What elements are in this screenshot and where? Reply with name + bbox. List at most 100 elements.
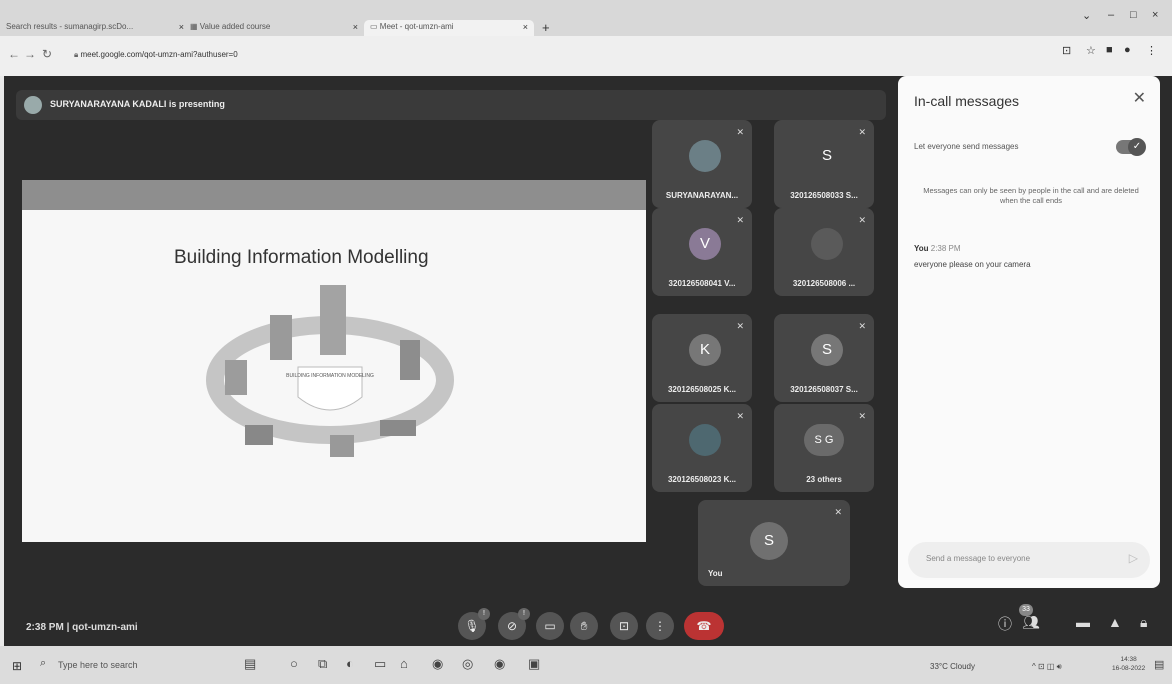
tile-label: 320126508025 K...	[667, 385, 737, 394]
presenter-banner-text: SURYANARAYANA KADALI is presenting	[50, 99, 225, 109]
participant-tile[interactable]: ✕ S 320126508033 S...	[774, 120, 874, 208]
participant-tile[interactable]: ✕ 320126508006 ...	[774, 208, 874, 296]
tile-label: 320126508023 K...	[667, 475, 737, 484]
message-text: everyone please on your camera	[914, 260, 1031, 269]
host-controls-icon[interactable]: 🔒︎	[1140, 614, 1147, 631]
chrome-icon[interactable]: ◎	[462, 656, 473, 672]
mic-off-icon: ✕	[858, 215, 866, 225]
bim-cycle-diagram: BUILDING INFORMATION MODELING	[206, 285, 454, 457]
chat-notice: Messages can only be seen by people in t…	[923, 186, 1139, 205]
tile-label: 320126508037 S...	[790, 385, 858, 394]
tab-label: Value added course	[199, 22, 271, 31]
avatar: S	[811, 140, 843, 172]
close-icon[interactable]: ✕	[1133, 88, 1146, 108]
mic-button[interactable]: 🎙︎!	[458, 608, 490, 640]
restore-button[interactable]: □	[1130, 9, 1137, 21]
avatar: K	[689, 334, 721, 366]
windows-start-icon[interactable]: ⊞	[12, 659, 22, 673]
forward-icon[interactable]: →	[24, 47, 36, 61]
alert-icon: !	[518, 608, 530, 620]
app-icon[interactable]: ◉	[432, 656, 443, 672]
present-button[interactable]: ⊡	[610, 612, 638, 640]
message-input-placeholder: Send a message to everyone	[926, 554, 1031, 563]
tab-meet[interactable]: ▭ Meet - qot-umzn-ami ×	[364, 20, 534, 36]
task-view-icon[interactable]: ⧉	[318, 656, 327, 672]
tile-label: 23 others	[806, 475, 842, 484]
alert-icon: !	[478, 608, 490, 620]
new-tab-button[interactable]: +	[542, 20, 550, 35]
panel-title: In-call messages	[914, 93, 1020, 109]
mic-off-icon: ✕	[858, 411, 866, 421]
activities-icon[interactable]: ▲	[1108, 614, 1122, 630]
avatar: S G	[804, 424, 844, 456]
participant-tile[interactable]: ✕ S G 23 others	[774, 404, 874, 492]
chevron-down-icon[interactable]: ⌄	[1082, 9, 1091, 22]
avatar	[689, 424, 721, 456]
chrome-icon[interactable]: ◉	[494, 656, 505, 672]
cortana-icon[interactable]: ○	[290, 656, 298, 671]
mic-off-icon: ✕	[834, 507, 842, 517]
sidepanel-icon[interactable]: ■	[1106, 44, 1113, 56]
store-icon[interactable]: ⌂	[400, 656, 408, 671]
menu-dots-icon[interactable]: ⋮	[1146, 44, 1157, 57]
camera-button[interactable]: ⊘!	[498, 608, 530, 640]
back-icon[interactable]: ←	[8, 47, 20, 61]
url-field[interactable]: 🔒︎ meet.google.com/qot-umzn-ami?authuser…	[74, 50, 238, 60]
mic-off-icon: ✕	[858, 127, 866, 137]
star-icon[interactable]: ☆	[1086, 44, 1096, 57]
tile-label: 320126508041 V...	[668, 279, 736, 288]
reload-icon[interactable]: ↻	[42, 47, 52, 61]
close-tab-icon[interactable]: ×	[523, 22, 528, 32]
tile-label: 320126508033 S...	[790, 191, 858, 200]
close-tab-icon[interactable]: ×	[179, 22, 184, 32]
system-tray-icons[interactable]: ^ ⊡ ◫ 🔊︎	[1032, 662, 1062, 672]
mic-off-icon: ✕	[736, 127, 744, 137]
avatar: S	[811, 334, 843, 366]
slide-title: Building Information Modelling	[174, 247, 429, 268]
edge-icon[interactable]: ◐	[346, 656, 354, 671]
taskbar-clock[interactable]: 14:38 16-08-2022	[1112, 655, 1145, 673]
self-tile[interactable]: ✕ S You	[698, 500, 850, 586]
clock-time: 14:38	[1120, 656, 1137, 663]
tab-value-added-course[interactable]: ▦ Value added course ×	[190, 22, 358, 36]
participant-tile[interactable]: ✕ V 320126508041 V...	[652, 208, 752, 296]
mic-off-icon: ✕	[858, 321, 866, 331]
message-time: 2:38 PM	[930, 244, 961, 253]
diagram-center-label: BUILDING INFORMATION MODELING	[286, 373, 374, 379]
taskbar-search[interactable]: ⌕ Type here to search	[30, 653, 238, 677]
raise-hand-button[interactable]: ✋︎	[570, 612, 598, 640]
captions-button[interactable]: ▭	[536, 612, 564, 640]
participant-tile[interactable]: ✕ SURYANARAYAN...	[652, 120, 752, 208]
install-icon[interactable]: ⊡	[1062, 44, 1071, 57]
leave-call-button[interactable]: ☎︎	[684, 612, 724, 640]
more-options-button[interactable]: ⋮	[646, 612, 674, 640]
profile-icon[interactable]: ●	[1124, 44, 1131, 56]
send-icon[interactable]: ▷	[1129, 551, 1138, 565]
minimize-button[interactable]: –	[1108, 9, 1114, 21]
weather-widget[interactable]: 33°C Cloudy	[930, 662, 975, 671]
participant-tile[interactable]: ✕ 320126508023 K...	[652, 404, 752, 492]
people-icon[interactable]: 👥︎	[1022, 614, 1040, 631]
avatar	[811, 228, 843, 260]
message-input[interactable]: Send a message to everyone ▷	[908, 542, 1150, 578]
avatar: V	[689, 228, 721, 260]
presenter-avatar	[24, 96, 42, 114]
news-widget-icon[interactable]: ▤	[244, 656, 256, 672]
tab-search-results[interactable]: Search results - sumanagirp.scDo... ×	[6, 22, 184, 36]
search-icon: ⌕	[40, 657, 47, 669]
taskbar-search-placeholder: Type here to search	[58, 660, 138, 670]
notification-icon[interactable]: ▤	[1154, 658, 1164, 671]
photos-icon[interactable]: ▣	[528, 656, 540, 672]
participant-tile[interactable]: ✕ K 320126508025 K...	[652, 314, 752, 402]
file-explorer-icon[interactable]: ▭	[374, 656, 386, 672]
close-tab-icon[interactable]: ×	[353, 22, 358, 32]
clock-date: 16-08-2022	[1112, 665, 1146, 672]
let-everyone-send-toggle[interactable]	[1116, 138, 1146, 156]
mic-off-icon: ✕	[736, 215, 744, 225]
chat-icon[interactable]: ▬	[1076, 614, 1090, 630]
close-window-button[interactable]: ×	[1152, 9, 1158, 21]
info-icon[interactable]: ⓘ	[998, 614, 1012, 634]
avatar	[689, 140, 721, 172]
participant-tile[interactable]: ✕ S 320126508037 S...	[774, 314, 874, 402]
tab-label: Meet - qot-umzn-ami	[379, 22, 454, 31]
